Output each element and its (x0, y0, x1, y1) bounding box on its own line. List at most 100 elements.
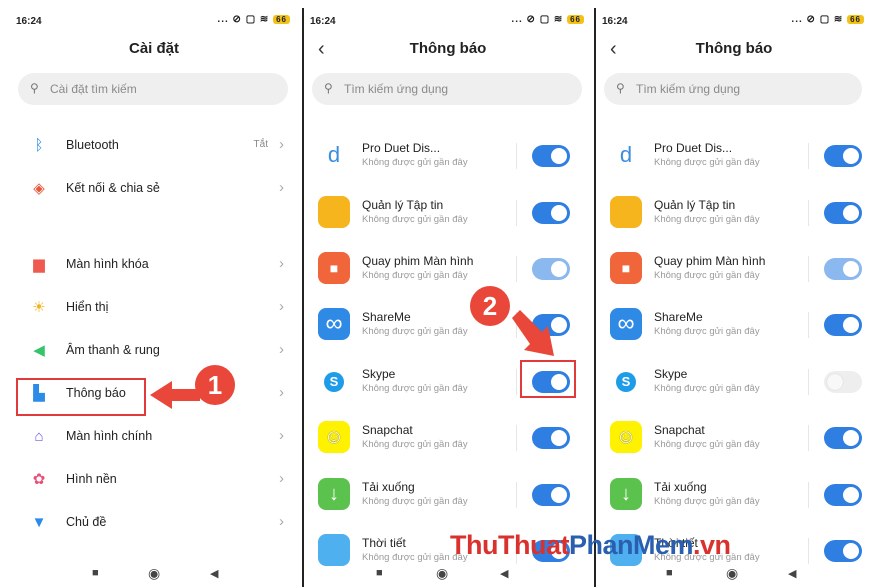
snapchat-icon: ☺ (610, 421, 642, 453)
notification-toggle[interactable] (532, 258, 570, 280)
chevron-right-icon: › (279, 136, 284, 153)
chevron-right-icon: › (279, 384, 284, 401)
status-time: 16:24 (16, 16, 42, 27)
notification-toggle[interactable] (824, 145, 862, 167)
home-button[interactable]: ◉ (148, 565, 160, 582)
home-button[interactable]: ◉ (726, 565, 738, 582)
skype-icon: S (318, 365, 350, 397)
chevron-right-icon: › (279, 513, 284, 530)
duet-display-icon: d (318, 139, 350, 171)
notifications-screen-after: 16:24 ... ⊘ ▢ ≋ 66 ‹ Thông báo ⚲ Tìm kiế… (594, 8, 870, 587)
shareme-icon: ∞ (610, 308, 642, 340)
notification-toggle[interactable] (824, 202, 862, 224)
app-row: ☺ Snapchat Không được gửi gần đây (304, 415, 592, 471)
share-icon: ◈ (33, 180, 45, 197)
app-search-input[interactable]: ⚲ Tìm kiếm ứng dụng (312, 73, 582, 105)
app-row: ■ Quay phim Màn hình Không được gửi gần … (596, 246, 870, 302)
arrow-left-icon (150, 381, 200, 409)
notification-toggle[interactable] (824, 258, 862, 280)
notification-toggle[interactable] (532, 427, 570, 449)
settings-search-input[interactable]: ⚲ Cài đặt tìm kiếm (18, 73, 288, 105)
back-nav-button[interactable]: ◀ (500, 567, 508, 580)
chevron-right-icon: › (279, 470, 284, 487)
snapchat-icon: ☺ (318, 421, 350, 453)
settings-item-bluetooth[interactable]: ᛒ Bluetooth Tắt › (10, 126, 298, 166)
download-icon: ↓ (318, 478, 350, 510)
folder-icon (610, 196, 642, 228)
highlight-box-notifications (16, 378, 146, 416)
highlight-box-skype-toggle (520, 360, 576, 398)
search-placeholder: Cài đặt tìm kiếm (50, 82, 137, 96)
settings-screen: 16:24 ... ⊘ ▢ ≋ 66 Cài đặt ⚲ Cài đặt tìm… (10, 8, 298, 587)
home-button[interactable]: ◉ (436, 565, 448, 582)
app-row-skype: S Skype Không được gửi gần đây (596, 359, 870, 415)
weather-icon (318, 534, 350, 566)
nav-bar: ■ ◉ ◀ (304, 563, 592, 587)
notification-toggle[interactable] (532, 145, 570, 167)
app-row: ■ Quay phim Màn hình Không được gửi gần … (304, 246, 592, 302)
settings-item-connection[interactable]: ◈ Kết nối & chia sẻ › (10, 169, 298, 209)
lock-icon: ▆ (33, 256, 45, 273)
app-row: Quản lý Tập tin Không được gửi gần đây (304, 190, 592, 246)
notification-toggle[interactable] (532, 202, 570, 224)
status-bar: 16:24 ... ⊘ ▢ ≋ 66 (10, 8, 298, 30)
bluetooth-status: Tắt (253, 139, 268, 150)
settings-item-wallpaper[interactable]: ✿ Hình nền › (10, 460, 298, 500)
chevron-right-icon: › (279, 341, 284, 358)
speaker-icon: ◀ (33, 342, 45, 359)
app-row: ↓ Tải xuống Không được gửi gần đây (596, 472, 870, 528)
chevron-right-icon: › (279, 179, 284, 196)
status-bar: 16:24 ... ⊘ ▢ ≋ 66 (596, 8, 870, 30)
download-icon: ↓ (610, 478, 642, 510)
page-title: Thông báo (695, 40, 773, 57)
notification-toggle[interactable] (824, 484, 862, 506)
settings-item-display[interactable]: ☀ Hiển thị › (10, 288, 298, 328)
home-icon: ⌂ (34, 428, 44, 445)
notifications-screen-before: 16:24 ... ⊘ ▢ ≋ 66 ‹ Thông báo ⚲ Tìm kiế… (302, 8, 592, 587)
app-search-input[interactable]: ⚲ Tìm kiếm ứng dụng (604, 73, 862, 105)
theme-icon: ▼ (31, 514, 47, 531)
skype-icon: S (610, 365, 642, 397)
search-icon: ⚲ (30, 81, 39, 95)
settings-item-lockscreen[interactable]: ▆ Màn hình khóa › (10, 245, 298, 285)
step-badge-2: 2 (470, 286, 510, 326)
notification-toggle[interactable] (824, 540, 862, 562)
chevron-right-icon: › (279, 298, 284, 315)
notification-toggle[interactable] (824, 427, 862, 449)
folder-icon (318, 196, 350, 228)
notification-toggle[interactable] (824, 314, 862, 336)
settings-item-homescreen[interactable]: ⌂ Màn hình chính › (10, 417, 298, 457)
recents-button[interactable]: ■ (92, 567, 99, 579)
chevron-right-icon: › (279, 427, 284, 444)
wallpaper-icon: ✿ (32, 471, 46, 488)
recents-button[interactable]: ■ (666, 567, 673, 579)
chevron-right-icon: › (279, 255, 284, 272)
back-nav-button[interactable]: ◀ (210, 567, 218, 580)
search-icon: ⚲ (324, 81, 333, 95)
duet-display-icon: d (610, 139, 642, 171)
step-badge-1: 1 (195, 365, 235, 405)
settings-item-sound[interactable]: ◀ Âm thanh & rung › (10, 331, 298, 371)
arrow-down-right-icon (512, 310, 554, 356)
app-row: ↓ Tải xuống Không được gửi gần đây (304, 472, 592, 528)
app-row: d Pro Duet Dis... Không được gửi gần đây (596, 133, 870, 189)
page-title: Thông báo (409, 40, 487, 57)
skype-notification-toggle[interactable] (824, 371, 862, 393)
app-row: ∞ ShareMe Không được gửi gần đây (596, 302, 870, 358)
app-row: ☺ Snapchat Không được gửi gần đây (596, 415, 870, 471)
page-title: Cài đặt (128, 40, 179, 57)
app-row: Quản lý Tập tin Không được gửi gần đây (596, 190, 870, 246)
settings-item-theme[interactable]: ▼ Chủ đề › (10, 503, 298, 543)
nav-bar: ■ ◉ ◀ (10, 563, 298, 587)
notification-toggle[interactable] (532, 484, 570, 506)
bluetooth-icon: ᛒ (34, 137, 44, 154)
status-bar: 16:24 ... ⊘ ▢ ≋ 66 (304, 8, 592, 30)
back-nav-button[interactable]: ◀ (788, 567, 796, 580)
recents-button[interactable]: ■ (376, 567, 383, 579)
status-icons: ... ⊘ ▢ ≋ 66 (217, 14, 290, 25)
sun-icon: ☀ (32, 299, 46, 316)
app-row: d Pro Duet Dis... Không được gửi gần đây (304, 133, 592, 189)
screen-recorder-icon: ■ (318, 252, 350, 284)
search-icon: ⚲ (616, 81, 625, 95)
nav-bar: ■ ◉ ◀ (596, 563, 870, 587)
